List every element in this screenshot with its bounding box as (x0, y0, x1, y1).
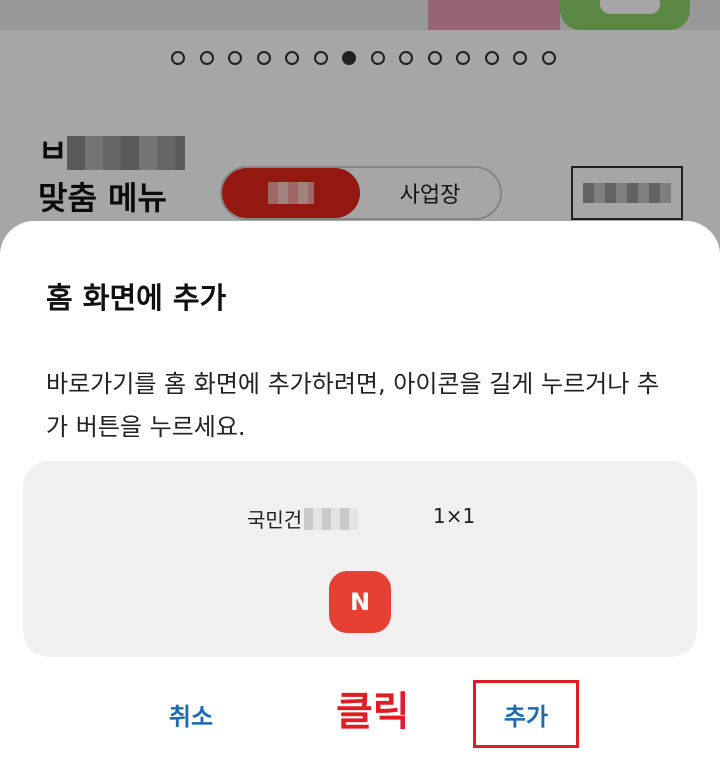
app-icon[interactable]: N (329, 571, 391, 633)
dialog-title: 홈 화면에 추가 (46, 281, 227, 315)
shortcut-name-text: 국민건 (247, 508, 303, 532)
blurred-text (304, 507, 359, 530)
shortcut-preview[interactable]: 국민건 1×1 N (23, 461, 697, 657)
click-annotation: 클릭 (336, 689, 410, 735)
add-button[interactable]: 추가 (473, 680, 579, 748)
add-button-label: 추가 (503, 702, 549, 731)
cancel-button[interactable]: 취소 (136, 689, 246, 739)
shortcut-size: 1×1 (433, 504, 476, 528)
dialog-description: 바로가기를 홈 화면에 추가하려면, 아이콘을 길게 누르거나 추가 버튼을 누… (46, 370, 660, 441)
app-icon-letter: N (349, 588, 371, 616)
shortcut-name: 국민건 (247, 504, 359, 533)
add-to-home-dialog: 홈 화면에 추가 바로가기를 홈 화면에 추가하려면, 아이콘을 길게 누르거나… (0, 221, 720, 776)
